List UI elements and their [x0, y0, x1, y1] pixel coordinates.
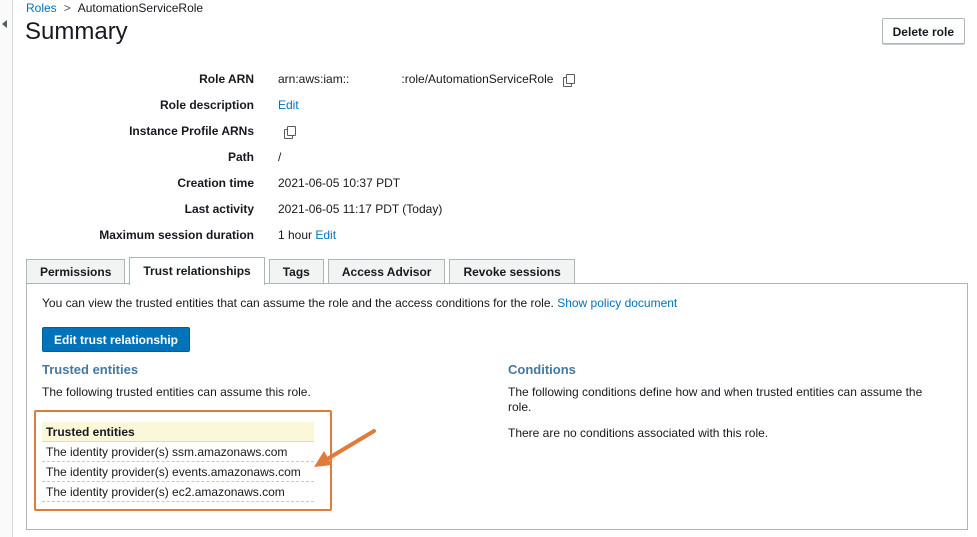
- breadcrumb-separator: >: [63, 1, 71, 15]
- tab-permissions[interactable]: Permissions: [26, 259, 126, 284]
- max-session-label: Maximum session duration: [99, 228, 254, 242]
- summary-row-instance-profile: Instance Profile ARNs: [26, 118, 666, 144]
- breadcrumb-roles-link[interactable]: Roles: [26, 1, 57, 15]
- instance-profile-label: Instance Profile ARNs: [129, 124, 254, 138]
- role-arn-prefix: arn:aws:iam::: [278, 72, 350, 86]
- breadcrumb: Roles > AutomationServiceRole: [26, 1, 203, 15]
- path-label: Path: [227, 150, 254, 164]
- trust-intro: You can view the trusted entities that c…: [42, 296, 677, 310]
- conditions-description: The following conditions define how and …: [508, 385, 923, 414]
- role-arn-label: Role ARN: [199, 72, 254, 86]
- tab-trust-relationships[interactable]: Trust relationships: [129, 257, 265, 285]
- table-row: The identity provider(s) ec2.amazonaws.c…: [42, 481, 314, 502]
- max-session-value: 1 hour: [278, 228, 313, 242]
- summary-row-path: Path /: [26, 144, 666, 170]
- trust-intro-text: You can view the trusted entities that c…: [42, 296, 554, 310]
- arrow-icon: [314, 429, 376, 467]
- creation-time-label: Creation time: [177, 176, 254, 190]
- role-description-label: Role description: [159, 98, 254, 112]
- summary-row-role-arn: Role ARN arn:aws:iam:::role/AutomationSe…: [26, 66, 666, 92]
- conditions-none-text: There are no conditions associated with …: [508, 426, 769, 440]
- role-arn-suffix: :role/AutomationServiceRole: [401, 72, 554, 86]
- table-row: The identity provider(s) events.amazonaw…: [42, 461, 314, 482]
- creation-time-value: 2021-06-05 10:37 PDT: [278, 176, 401, 190]
- table-header-row: Trusted entities: [42, 422, 314, 442]
- tab-tags[interactable]: Tags: [268, 259, 324, 284]
- role-description-edit-link[interactable]: Edit: [278, 98, 299, 112]
- breadcrumb-current: AutomationServiceRole: [77, 1, 204, 15]
- tab-revoke-sessions[interactable]: Revoke sessions: [449, 259, 575, 284]
- show-policy-document-link[interactable]: Show policy document: [557, 296, 677, 310]
- last-activity-value: 2021-06-05 11:17 PDT (Today): [278, 202, 443, 216]
- conditions-heading: Conditions: [508, 362, 576, 377]
- delete-role-button[interactable]: Delete role: [881, 18, 965, 44]
- max-session-edit-link[interactable]: Edit: [315, 228, 336, 242]
- table-cell: The identity provider(s) ec2.amazonaws.c…: [42, 481, 314, 502]
- table-cell: The identity provider(s) events.amazonaw…: [42, 461, 314, 482]
- path-value: /: [278, 150, 282, 164]
- summary-row-max-session: Maximum session duration 1 hour Edit: [26, 222, 666, 248]
- page-title: Summary: [25, 18, 128, 45]
- table-header: Trusted entities: [42, 422, 314, 442]
- tab-access-advisor[interactable]: Access Advisor: [327, 259, 446, 284]
- role-arn-value: arn:aws:iam:::role/AutomationServiceRole: [278, 72, 575, 87]
- edit-trust-relationship-button[interactable]: Edit trust relationship: [42, 327, 191, 352]
- role-summary: Role ARN arn:aws:iam:::role/AutomationSe…: [26, 66, 666, 248]
- left-nav-rail: [0, 0, 13, 537]
- role-tabs: Permissions Trust relationships Tags Acc…: [26, 257, 579, 285]
- trusted-entities-heading: Trusted entities: [42, 362, 139, 377]
- trusted-entities-table: Trusted entities The identity provider(s…: [42, 422, 314, 502]
- trust-relationships-panel: You can view the trusted entities that c…: [26, 283, 968, 530]
- trusted-entities-description: The following trusted entities can assum…: [42, 385, 311, 399]
- summary-row-last-activity: Last activity 2021-06-05 11:17 PDT (Toda…: [26, 196, 666, 222]
- summary-row-creation-time: Creation time 2021-06-05 10:37 PDT: [26, 170, 666, 196]
- copy-icon[interactable]: [284, 125, 296, 139]
- table-row: The identity provider(s) ssm.amazonaws.c…: [42, 441, 314, 462]
- last-activity-label: Last activity: [184, 202, 254, 216]
- copy-icon[interactable]: [562, 73, 575, 87]
- summary-row-role-description: Role description Edit: [26, 92, 666, 118]
- caret-left-icon[interactable]: [2, 20, 7, 28]
- table-cell: The identity provider(s) ssm.amazonaws.c…: [42, 441, 314, 462]
